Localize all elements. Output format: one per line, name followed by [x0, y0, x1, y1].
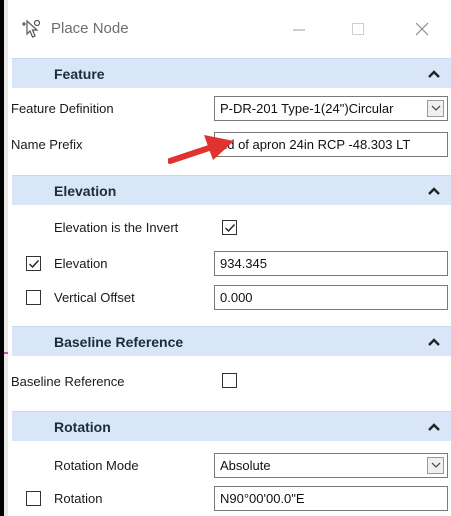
feature-section-header[interactable]: Feature — [12, 58, 451, 88]
rotation-mode-label: Rotation Mode — [54, 458, 139, 473]
checkmark-icon — [29, 260, 40, 269]
baseline-reference-label: Baseline Reference — [11, 374, 125, 389]
elevation-label: Elevation — [54, 256, 108, 271]
elevation-checkbox[interactable] — [26, 256, 41, 271]
feature-section-title: Feature — [54, 66, 105, 82]
chevron-up-icon[interactable] — [427, 185, 441, 197]
elevation-section-header[interactable]: Elevation — [12, 175, 451, 205]
minimize-button[interactable] — [284, 14, 314, 44]
chevron-down-icon[interactable] — [427, 100, 444, 117]
baseline-section-header[interactable]: Baseline Reference — [12, 326, 451, 356]
chevron-down-icon[interactable] — [427, 457, 444, 474]
checkmark-icon — [225, 224, 236, 233]
name-prefix-input[interactable]: nd of apron 24in RCP -48.303 LT — [214, 132, 448, 157]
vertical-offset-label: Vertical Offset — [54, 290, 135, 305]
rotation-section-header[interactable]: Rotation — [12, 411, 451, 441]
chevron-up-icon[interactable] — [427, 421, 441, 433]
name-prefix-value: nd of apron 24in RCP -48.303 LT — [220, 137, 411, 152]
vertical-offset-value: 0.000 — [220, 290, 253, 305]
maximize-icon — [352, 23, 364, 35]
maximize-button[interactable] — [343, 14, 373, 44]
name-prefix-label: Name Prefix — [11, 137, 83, 152]
rotation-label: Rotation — [54, 491, 103, 506]
rotation-mode-dropdown[interactable]: Absolute — [214, 453, 448, 478]
chevron-up-icon[interactable] — [427, 68, 441, 80]
rotation-input[interactable]: N90°00'00.0"E — [214, 486, 448, 511]
place-node-tool-icon — [20, 18, 42, 40]
elevation-section-title: Elevation — [54, 183, 117, 199]
chevron-up-icon[interactable] — [427, 336, 441, 348]
vertical-offset-checkbox[interactable] — [26, 290, 41, 305]
elevation-invert-checkbox[interactable] — [222, 220, 237, 235]
feature-definition-value: P-DR-201 Type-1(24")Circular — [220, 101, 394, 116]
rotation-section-title: Rotation — [54, 419, 111, 435]
close-button[interactable] — [407, 14, 437, 44]
title-bar[interactable]: Place Node — [8, 0, 451, 56]
elevation-invert-label: Elevation is the Invert — [54, 220, 179, 235]
baseline-reference-checkbox[interactable] — [222, 373, 237, 388]
vertical-offset-input[interactable]: 0.000 — [214, 285, 448, 310]
rotation-mode-value: Absolute — [220, 458, 271, 473]
minimize-icon — [293, 29, 305, 31]
elevation-input[interactable]: 934.345 — [214, 251, 448, 276]
place-node-dialog: Place Node Feature Feature Definition P-… — [8, 0, 451, 516]
window-title: Place Node — [51, 20, 129, 37]
close-icon — [415, 22, 429, 36]
baseline-section-title: Baseline Reference — [54, 334, 184, 350]
rotation-checkbox[interactable] — [26, 491, 41, 506]
rotation-value: N90°00'00.0"E — [220, 491, 305, 506]
elevation-value: 934.345 — [220, 256, 267, 271]
annotation-arrow — [168, 135, 234, 164]
feature-definition-label: Feature Definition — [11, 101, 114, 116]
feature-definition-dropdown[interactable]: P-DR-201 Type-1(24")Circular — [214, 96, 448, 121]
